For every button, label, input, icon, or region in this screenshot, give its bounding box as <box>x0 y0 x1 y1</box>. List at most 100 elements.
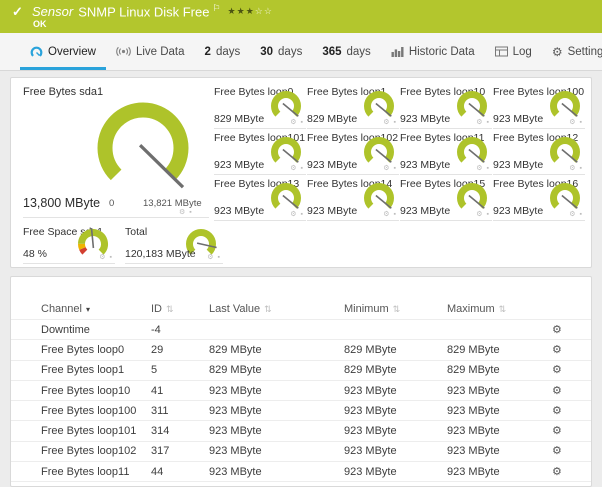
gauge-gear-icon[interactable]: ⚙ <box>476 119 483 126</box>
mini-gauge-cell[interactable]: Free Bytes loop100 923 MByte ⚙ ▪ <box>493 84 585 129</box>
tab-30-days[interactable]: 30 days <box>250 33 312 70</box>
channel-settings-gear-icon[interactable]: ⚙ <box>552 385 562 397</box>
channel-settings-gear-icon[interactable]: ⚙ <box>552 324 562 336</box>
gauge-gear-icon[interactable]: ⚙ <box>290 119 297 126</box>
gauge-pin-icon[interactable]: ▪ <box>301 165 304 172</box>
cell-last: 829 MByte <box>209 364 262 377</box>
table-row-free-bytes-loop100[interactable]: Free Bytes loop100 311 923 MByte 923 MByte 9… <box>11 400 591 420</box>
mini-gauge-action-icons[interactable]: ⚙ ▪ <box>569 210 583 218</box>
mini-gauge-action-icons[interactable]: ⚙ ▪ <box>290 118 304 126</box>
summary-gauge-action-icons[interactable]: ⚙ ▪ <box>207 253 221 261</box>
gauge-pin-icon[interactable]: ▪ <box>487 119 490 126</box>
gauge-gear-icon[interactable]: ⚙ <box>207 254 214 261</box>
mini-gauge-action-icons[interactable]: ⚙ ▪ <box>569 164 583 172</box>
gauge-gear-icon[interactable]: ⚙ <box>383 165 390 172</box>
main-gauge-action-icons[interactable]: ⚙ ▪ <box>179 208 193 216</box>
table-row-free-bytes-loop1[interactable]: Free Bytes loop1 5 829 MByte 829 MByte 829 M… <box>11 359 591 380</box>
channel-settings-gear-icon[interactable]: ⚙ <box>552 364 562 376</box>
mini-gauge-cell[interactable]: Free Bytes loop15 923 MByte ⚙ ▪ <box>400 176 492 221</box>
mini-gauge-cell[interactable]: Free Bytes loop102 923 MByte ⚙ ▪ <box>307 130 399 175</box>
mini-gauge-action-icons[interactable]: ⚙ ▪ <box>290 210 304 218</box>
table-row-free-bytes-loop12[interactable]: Free Bytes loop1247923 MByte923 MByte923… <box>11 481 591 486</box>
tab-historic-data[interactable]: Historic Data <box>381 33 485 70</box>
mini-gauge-cell[interactable]: Free Bytes loop11 923 MByte ⚙ ▪ <box>400 130 492 175</box>
gauge-pin-icon[interactable]: ▪ <box>580 211 583 218</box>
gauge-gear-icon[interactable]: ⚙ <box>569 211 576 218</box>
table-row-free-bytes-loop0[interactable]: Free Bytes loop0 29 829 MByte 829 MByte 829 … <box>11 339 591 359</box>
summary-gauge-cell[interactable]: Free Space sda1 48 % ⚙ ▪ <box>23 224 115 264</box>
mini-gauge-action-icons[interactable]: ⚙ ▪ <box>476 118 490 126</box>
channel-settings-gear-icon[interactable]: ⚙ <box>552 405 562 417</box>
gauge-gear-icon[interactable]: ⚙ <box>569 119 576 126</box>
mini-gauge-action-icons[interactable]: ⚙ ▪ <box>290 164 304 172</box>
table-row-free-bytes-loop11[interactable]: Free Bytes loop11 44 923 MByte 923 MByte 923… <box>11 461 591 481</box>
column-header-channel[interactable]: Channel ▾ <box>41 303 151 315</box>
table-row-free-bytes-loop102[interactable]: Free Bytes loop102 317 923 MByte 923 MByte 9… <box>11 440 591 461</box>
summary-gauge-action-icons[interactable]: ⚙ ▪ <box>99 253 113 261</box>
mini-gauge-cell[interactable]: Free Bytes loop10 923 MByte ⚙ ▪ <box>400 84 492 129</box>
star-empty-icon[interactable]: ☆ <box>264 6 273 16</box>
mini-gauge-action-icons[interactable]: ⚙ ▪ <box>476 164 490 172</box>
mini-gauge-cell[interactable]: Free Bytes loop14 923 MByte ⚙ ▪ <box>307 176 399 221</box>
gauge-pin-icon[interactable]: ▪ <box>218 254 221 261</box>
tab-log[interactable]: Log <box>485 33 542 70</box>
mini-gauge-cell[interactable]: Free Bytes loop16 923 MByte ⚙ ▪ <box>493 176 585 221</box>
gauge-pin-icon[interactable]: ▪ <box>301 211 304 218</box>
gauge-pin-icon[interactable]: ▪ <box>301 119 304 126</box>
tab-label: Historic Data <box>408 45 475 58</box>
mini-gauge-cell[interactable]: Free Bytes loop0 829 MByte ⚙ ▪ <box>214 84 306 129</box>
gauge-pin-icon[interactable]: ▪ <box>110 254 113 261</box>
star-filled-icon[interactable]: ★ <box>228 6 237 16</box>
column-header-id[interactable]: ID ⇅ <box>151 303 209 315</box>
summary-gauge-value: 48 % <box>23 248 47 260</box>
tab-2-days[interactable]: 2 days <box>195 33 251 70</box>
flag-icon[interactable]: ⚐ <box>212 3 220 13</box>
gauge-gear-icon[interactable]: ⚙ <box>569 165 576 172</box>
star-rating[interactable]: ★★★☆☆ <box>228 6 273 16</box>
gauge-gear-icon[interactable]: ⚙ <box>476 165 483 172</box>
mini-gauge-cell[interactable]: Free Bytes loop13 923 MByte ⚙ ▪ <box>214 176 306 221</box>
tab-live-data[interactable]: Live Data <box>106 33 195 70</box>
gauge-gear-icon[interactable]: ⚙ <box>476 211 483 218</box>
gauge-pin-icon[interactable]: ▪ <box>394 211 397 218</box>
column-header-maximum[interactable]: Maximum ⇅ <box>447 303 552 315</box>
gauge-gear-icon[interactable]: ⚙ <box>99 254 106 261</box>
column-header-minimum[interactable]: Minimum ⇅ <box>344 303 447 315</box>
star-filled-icon[interactable]: ★ <box>237 6 246 16</box>
mini-gauge-value: 923 MByte <box>214 159 265 171</box>
gauge-gear-icon[interactable]: ⚙ <box>383 119 390 126</box>
gauge-pin-icon[interactable]: ▪ <box>580 165 583 172</box>
mini-gauge-action-icons[interactable]: ⚙ ▪ <box>383 118 397 126</box>
channel-settings-gear-icon[interactable]: ⚙ <box>552 344 562 356</box>
table-row-free-bytes-loop101[interactable]: Free Bytes loop101 314 923 MByte 923 MByte 9… <box>11 420 591 440</box>
summary-gauge-cell[interactable]: Total 120,183 MByte ⚙ ▪ <box>125 224 223 264</box>
gauge-pin-icon[interactable]: ▪ <box>580 119 583 126</box>
gauge-gear-icon[interactable]: ⚙ <box>290 211 297 218</box>
table-row-downtime[interactable]: Downtime -4 ⚙ <box>11 319 591 339</box>
table-row-free-bytes-loop10[interactable]: Free Bytes loop10 41 923 MByte 923 MByte 923… <box>11 379 591 400</box>
tab-settings[interactable]: ⚙ Settings <box>542 33 602 70</box>
mini-gauge-action-icons[interactable]: ⚙ ▪ <box>569 118 583 126</box>
mini-gauge-action-icons[interactable]: ⚙ ▪ <box>383 164 397 172</box>
channel-settings-gear-icon[interactable]: ⚙ <box>552 445 562 457</box>
gauge-pin-icon[interactable]: ▪ <box>189 209 192 216</box>
gauge-pin-icon[interactable]: ▪ <box>394 119 397 126</box>
star-empty-icon[interactable]: ☆ <box>255 6 264 16</box>
gauge-gear-icon[interactable]: ⚙ <box>383 211 390 218</box>
mini-gauge-cell[interactable]: Free Bytes loop12 923 MByte ⚙ ▪ <box>493 130 585 175</box>
gauge-pin-icon[interactable]: ▪ <box>487 211 490 218</box>
channel-settings-gear-icon[interactable]: ⚙ <box>552 425 562 437</box>
mini-gauge-cell[interactable]: Free Bytes loop101 923 MByte ⚙ ▪ <box>214 130 306 175</box>
tab-365-days[interactable]: 365 days <box>312 33 380 70</box>
tab-overview[interactable]: Overview <box>20 33 106 70</box>
gauge-pin-icon[interactable]: ▪ <box>487 165 490 172</box>
mini-gauge-action-icons[interactable]: ⚙ ▪ <box>383 210 397 218</box>
column-header-last-value[interactable]: Last Value ⇅ <box>209 303 344 315</box>
gauge-pin-icon[interactable]: ▪ <box>394 165 397 172</box>
gauge-gear-icon[interactable]: ⚙ <box>179 209 186 216</box>
gauge-gear-icon[interactable]: ⚙ <box>290 165 297 172</box>
star-filled-icon[interactable]: ★ <box>246 6 255 16</box>
mini-gauge-action-icons[interactable]: ⚙ ▪ <box>476 210 490 218</box>
channel-settings-gear-icon[interactable]: ⚙ <box>552 466 562 478</box>
mini-gauge-cell[interactable]: Free Bytes loop1 829 MByte ⚙ ▪ <box>307 84 399 129</box>
